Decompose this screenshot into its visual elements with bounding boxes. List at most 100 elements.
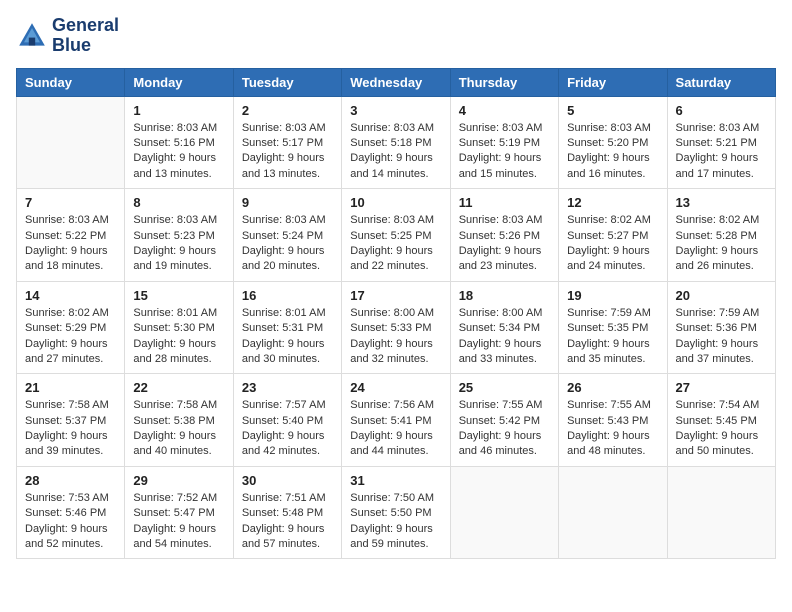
- column-header-wednesday: Wednesday: [342, 68, 450, 96]
- day-info: Sunrise: 8:03 AM Sunset: 5:23 PM Dayligh…: [133, 213, 224, 275]
- day-number: 14: [25, 288, 116, 303]
- calendar-cell: 11Sunrise: 8:03 AM Sunset: 5:26 PM Dayli…: [450, 189, 558, 282]
- day-info: Sunrise: 7:55 AM Sunset: 5:42 PM Dayligh…: [459, 398, 550, 460]
- day-info: Sunrise: 8:03 AM Sunset: 5:18 PM Dayligh…: [350, 121, 441, 183]
- calendar-cell: 21 Sunrise: 7:58 AM Sunset: 5:37 PM Dayli…: [17, 374, 125, 467]
- day-info: Sunrise: 8:02 AM Sunset: 5:27 PM Dayligh…: [567, 213, 658, 275]
- day-info: Sunrise: 7:54 AM Sunset: 5:45 PM Dayligh…: [676, 398, 767, 460]
- day-number: 3: [350, 103, 441, 118]
- calendar-cell: 20Sunrise: 7:59 AM Sunset: 5:36 PM Dayli…: [667, 281, 775, 374]
- day-info: Sunrise: 8:03 AM Sunset: 5:16 PM Dayligh…: [133, 121, 224, 183]
- week-row-5: 28 Sunrise: 7:53 AM Sunset: 5:46 PM Dayli…: [17, 466, 776, 559]
- day-info: Sunrise: 8:03 AM Sunset: 5:20 PM Dayligh…: [567, 121, 658, 183]
- day-number: 5: [567, 103, 658, 118]
- calendar-cell: 28 Sunrise: 7:53 AM Sunset: 5:46 PM Dayli…: [17, 466, 125, 559]
- day-number: 31: [350, 473, 441, 488]
- day-number: 17: [350, 288, 441, 303]
- logo-text: General Blue: [52, 16, 119, 56]
- day-info: Sunrise: 7:58 AM Sunset: 5:38 PM Dayligh…: [133, 398, 224, 460]
- calendar-cell: 6 Sunrise: 8:03 AM Sunset: 5:21 PM Daylig…: [667, 96, 775, 189]
- day-number: 22: [133, 380, 224, 395]
- column-header-thursday: Thursday: [450, 68, 558, 96]
- week-row-1: 1 Sunrise: 8:03 AM Sunset: 5:16 PM Daylig…: [17, 96, 776, 189]
- day-number: 2: [242, 103, 333, 118]
- day-info: Sunrise: 7:59 AM Sunset: 5:35 PM Dayligh…: [567, 306, 658, 368]
- day-number: 28: [25, 473, 116, 488]
- day-number: 25: [459, 380, 550, 395]
- calendar-table: SundayMondayTuesdayWednesdayThursdayFrid…: [16, 68, 776, 560]
- day-info: Sunrise: 8:03 AM Sunset: 5:22 PM Dayligh…: [25, 213, 116, 275]
- day-number: 7: [25, 195, 116, 210]
- calendar-cell: 19Sunrise: 7:59 AM Sunset: 5:35 PM Dayli…: [559, 281, 667, 374]
- week-row-2: 7 Sunrise: 8:03 AM Sunset: 5:22 PM Daylig…: [17, 189, 776, 282]
- day-number: 30: [242, 473, 333, 488]
- day-info: Sunrise: 7:55 AM Sunset: 5:43 PM Dayligh…: [567, 398, 658, 460]
- calendar-cell: 8 Sunrise: 8:03 AM Sunset: 5:23 PM Daylig…: [125, 189, 233, 282]
- logo: General Blue: [16, 16, 119, 56]
- day-info: Sunrise: 7:56 AM Sunset: 5:41 PM Dayligh…: [350, 398, 441, 460]
- column-header-sunday: Sunday: [17, 68, 125, 96]
- day-number: 1: [133, 103, 224, 118]
- calendar-cell: 9Sunrise: 8:03 AM Sunset: 5:24 PM Daylig…: [233, 189, 341, 282]
- column-header-monday: Monday: [125, 68, 233, 96]
- logo-icon: [16, 20, 48, 52]
- day-number: 27: [676, 380, 767, 395]
- calendar-cell: [667, 466, 775, 559]
- calendar-cell: [17, 96, 125, 189]
- day-info: Sunrise: 8:03 AM Sunset: 5:19 PM Dayligh…: [459, 121, 550, 183]
- calendar-cell: 7 Sunrise: 8:03 AM Sunset: 5:22 PM Daylig…: [17, 189, 125, 282]
- day-info: Sunrise: 7:50 AM Sunset: 5:50 PM Dayligh…: [350, 491, 441, 553]
- calendar-cell: 13 Sunrise: 8:02 AM Sunset: 5:28 PM Dayli…: [667, 189, 775, 282]
- calendar-cell: 14 Sunrise: 8:02 AM Sunset: 5:29 PM Dayli…: [17, 281, 125, 374]
- day-info: Sunrise: 7:52 AM Sunset: 5:47 PM Dayligh…: [133, 491, 224, 553]
- calendar-cell: 1 Sunrise: 8:03 AM Sunset: 5:16 PM Daylig…: [125, 96, 233, 189]
- day-info: Sunrise: 8:03 AM Sunset: 5:25 PM Dayligh…: [350, 213, 441, 275]
- header: General Blue: [16, 16, 776, 56]
- calendar-cell: 3 Sunrise: 8:03 AM Sunset: 5:18 PM Daylig…: [342, 96, 450, 189]
- calendar-cell: 15Sunrise: 8:01 AM Sunset: 5:30 PM Dayli…: [125, 281, 233, 374]
- day-info: Sunrise: 8:00 AM Sunset: 5:34 PM Dayligh…: [459, 306, 550, 368]
- day-number: 13: [676, 195, 767, 210]
- day-info: Sunrise: 7:51 AM Sunset: 5:48 PM Dayligh…: [242, 491, 333, 553]
- week-row-4: 21 Sunrise: 7:58 AM Sunset: 5:37 PM Dayli…: [17, 374, 776, 467]
- calendar-cell: 5 Sunrise: 8:03 AM Sunset: 5:20 PM Daylig…: [559, 96, 667, 189]
- week-row-3: 14 Sunrise: 8:02 AM Sunset: 5:29 PM Dayli…: [17, 281, 776, 374]
- day-number: 16: [242, 288, 333, 303]
- calendar-cell: 18 Sunrise: 8:00 AM Sunset: 5:34 PM Dayli…: [450, 281, 558, 374]
- day-number: 15: [133, 288, 224, 303]
- calendar-cell: 30 Sunrise: 7:51 AM Sunset: 5:48 PM Dayli…: [233, 466, 341, 559]
- day-info: Sunrise: 7:53 AM Sunset: 5:46 PM Dayligh…: [25, 491, 116, 553]
- day-number: 10: [350, 195, 441, 210]
- calendar-cell: 29Sunrise: 7:52 AM Sunset: 5:47 PM Dayli…: [125, 466, 233, 559]
- day-info: Sunrise: 8:02 AM Sunset: 5:28 PM Dayligh…: [676, 213, 767, 275]
- day-number: 24: [350, 380, 441, 395]
- day-number: 6: [676, 103, 767, 118]
- day-info: Sunrise: 8:03 AM Sunset: 5:21 PM Dayligh…: [676, 121, 767, 183]
- calendar-cell: 26 Sunrise: 7:55 AM Sunset: 5:43 PM Dayli…: [559, 374, 667, 467]
- day-info: Sunrise: 8:01 AM Sunset: 5:31 PM Dayligh…: [242, 306, 333, 368]
- day-number: 8: [133, 195, 224, 210]
- day-number: 4: [459, 103, 550, 118]
- calendar-cell: 22 Sunrise: 7:58 AM Sunset: 5:38 PM Dayli…: [125, 374, 233, 467]
- day-info: Sunrise: 7:59 AM Sunset: 5:36 PM Dayligh…: [676, 306, 767, 368]
- calendar-cell: [450, 466, 558, 559]
- column-header-tuesday: Tuesday: [233, 68, 341, 96]
- column-header-saturday: Saturday: [667, 68, 775, 96]
- calendar-cell: 16 Sunrise: 8:01 AM Sunset: 5:31 PM Dayli…: [233, 281, 341, 374]
- day-info: Sunrise: 8:00 AM Sunset: 5:33 PM Dayligh…: [350, 306, 441, 368]
- calendar-header-row: SundayMondayTuesdayWednesdayThursdayFrid…: [17, 68, 776, 96]
- day-number: 12: [567, 195, 658, 210]
- day-number: 26: [567, 380, 658, 395]
- column-header-friday: Friday: [559, 68, 667, 96]
- calendar-cell: 24 Sunrise: 7:56 AM Sunset: 5:41 PM Dayli…: [342, 374, 450, 467]
- day-number: 18: [459, 288, 550, 303]
- day-info: Sunrise: 7:58 AM Sunset: 5:37 PM Dayligh…: [25, 398, 116, 460]
- calendar-cell: [559, 466, 667, 559]
- calendar-cell: 4 Sunrise: 8:03 AM Sunset: 5:19 PM Daylig…: [450, 96, 558, 189]
- day-info: Sunrise: 8:02 AM Sunset: 5:29 PM Dayligh…: [25, 306, 116, 368]
- calendar-cell: 17 Sunrise: 8:00 AM Sunset: 5:33 PM Dayli…: [342, 281, 450, 374]
- day-number: 21: [25, 380, 116, 395]
- calendar-cell: 27 Sunrise: 7:54 AM Sunset: 5:45 PM Dayli…: [667, 374, 775, 467]
- day-number: 9: [242, 195, 333, 210]
- day-number: 23: [242, 380, 333, 395]
